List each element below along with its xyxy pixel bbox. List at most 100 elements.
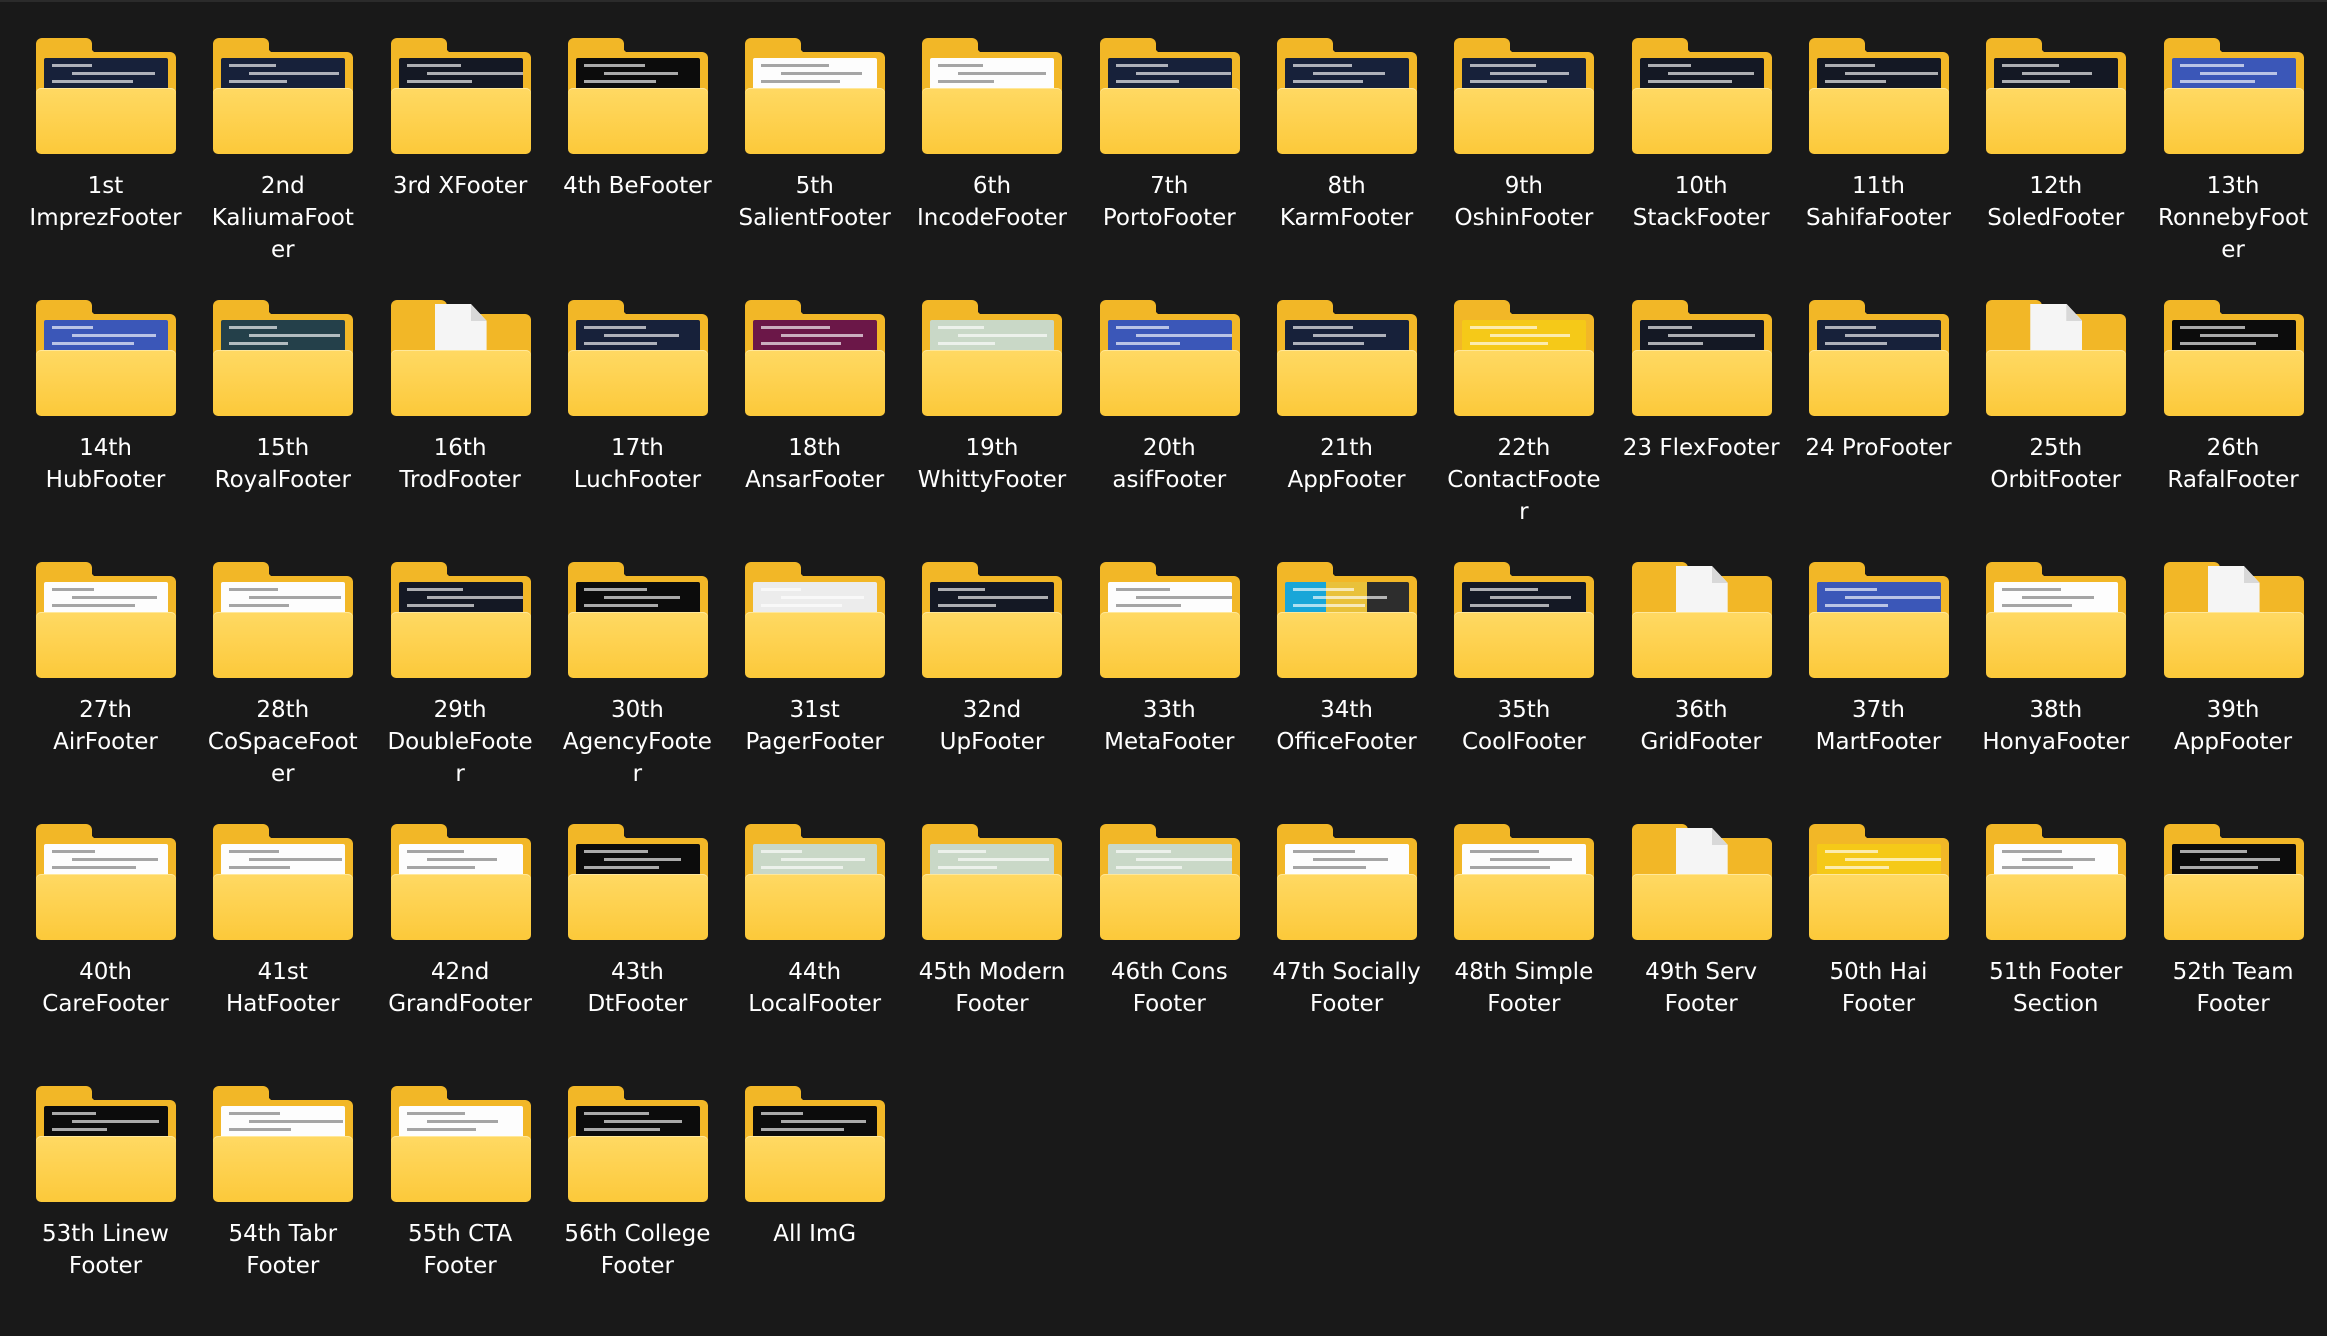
folder-icon — [2163, 38, 2304, 154]
folder-icon — [1631, 300, 1772, 416]
folder-icon — [1808, 824, 1949, 940]
folder-item[interactable]: 23 FlexFooter — [1613, 288, 1790, 550]
folder-item[interactable]: 46th Cons Footer — [1081, 812, 1258, 1074]
folder-item[interactable]: 45th Modern Footer — [903, 812, 1080, 1074]
folder-icon — [745, 824, 886, 940]
folder-item[interactable]: 16th TrodFooter — [372, 288, 549, 550]
folder-icon — [745, 38, 886, 154]
folder-label: 53th Linew Footer — [42, 1221, 169, 1279]
folder-item[interactable]: 8th KarmFooter — [1258, 26, 1435, 288]
folder-icon — [567, 562, 708, 678]
folder-item[interactable]: 51th Footer Section — [1967, 812, 2144, 1074]
folder-label: 56th College Footer — [564, 1221, 711, 1279]
folder-item[interactable]: 44th LocalFooter — [726, 812, 903, 1074]
folder-item[interactable]: 39th AppFooter — [2145, 550, 2322, 812]
folder-label: 26th RafalFooter — [2167, 435, 2299, 493]
folder-item[interactable]: 21th AppFooter — [1258, 288, 1435, 550]
folder-label: 50th Hai Footer — [1829, 959, 1928, 1017]
folder-label: 24 ProFooter — [1805, 435, 1952, 461]
folder-label: 23 FlexFooter — [1622, 435, 1780, 461]
folder-label: 28th CoSpaceFoot er — [207, 697, 358, 787]
folder-icon — [745, 562, 886, 678]
folder-label: 13th RonnebyFoot er — [2158, 173, 2309, 263]
folder-item[interactable]: 42nd GrandFooter — [372, 812, 549, 1074]
folder-label: 10th StackFooter — [1632, 173, 1770, 231]
folder-item[interactable]: 12th SoledFooter — [1967, 26, 2144, 288]
folder-item[interactable]: 1st ImprezFooter — [17, 26, 194, 288]
folder-item[interactable]: 11th SahifaFooter — [1790, 26, 1967, 288]
folder-item[interactable]: 14th HubFooter — [17, 288, 194, 550]
folder-item[interactable]: 2nd KaliumaFoot er — [194, 26, 371, 288]
folder-item[interactable]: 28th CoSpaceFoot er — [194, 550, 371, 812]
folder-item[interactable]: 26th RafalFooter — [2145, 288, 2322, 550]
folder-item[interactable]: 47th Socially Footer — [1258, 812, 1435, 1074]
folder-item[interactable]: 53th Linew Footer — [17, 1074, 194, 1336]
folder-item[interactable]: 24 ProFooter — [1790, 288, 1967, 550]
folder-item[interactable]: 19th WhittyFooter — [903, 288, 1080, 550]
folder-icon — [1454, 38, 1595, 154]
folder-item[interactable]: 5th SalientFooter — [726, 26, 903, 288]
folder-icon — [36, 38, 176, 154]
empty-folder-icon — [2163, 562, 2304, 678]
empty-folder-icon — [390, 300, 531, 416]
folder-item[interactable]: 54th Tabr Footer — [194, 1074, 371, 1336]
folder-item[interactable]: 29th DoubleFoote r — [372, 550, 549, 812]
folder-icon — [1454, 300, 1595, 416]
folder-icon — [745, 1086, 886, 1202]
folder-label: 11th SahifaFooter — [1805, 173, 1951, 231]
folder-item[interactable]: 48th Simple Footer — [1435, 812, 1612, 1074]
folder-item[interactable]: 22th ContactFoote r — [1435, 288, 1612, 550]
folder-item[interactable]: 55th CTA Footer — [372, 1074, 549, 1336]
folder-icon — [1277, 562, 1418, 678]
folder-item[interactable]: 30th AgencyFoote r — [549, 550, 726, 812]
folder-label: 2nd KaliumaFoot er — [211, 173, 354, 263]
folder-item[interactable]: 25th OrbitFooter — [1967, 288, 2144, 550]
folder-item[interactable]: 9th OshinFooter — [1435, 26, 1612, 288]
folder-label: 16th TrodFooter — [399, 435, 521, 493]
folder-item[interactable]: 31st PagerFooter — [726, 550, 903, 812]
folder-icon — [922, 824, 1063, 940]
folder-item[interactable]: 43th DtFooter — [549, 812, 726, 1074]
folder-label: 20th asifFooter — [1112, 435, 1227, 493]
folder-item[interactable]: 7th PortoFooter — [1081, 26, 1258, 288]
folder-grid: 1st ImprezFooter 2nd KaliumaFoot er 3rd XF… — [17, 26, 2322, 1336]
folder-label: 52th Team Footer — [2172, 959, 2294, 1017]
folder-item[interactable]: 3rd XFooter — [372, 26, 549, 288]
folder-item[interactable]: 37th MartFooter — [1790, 550, 1967, 812]
folder-item[interactable]: 40th CareFooter — [17, 812, 194, 1074]
folder-item[interactable]: 4th BeFooter — [549, 26, 726, 288]
folder-item[interactable]: 50th Hai Footer — [1790, 812, 1967, 1074]
folder-icon — [2163, 824, 2304, 940]
folder-item[interactable]: 35th CoolFooter — [1435, 550, 1612, 812]
folder-label: 5th SalientFooter — [738, 173, 891, 231]
folder-item[interactable]: 18th AnsarFooter — [726, 288, 903, 550]
folder-item[interactable]: 10th StackFooter — [1613, 26, 1790, 288]
folder-icon — [390, 562, 531, 678]
folder-item[interactable]: 17th LuchFooter — [549, 288, 726, 550]
folder-label: 39th AppFooter — [2174, 697, 2293, 755]
folder-label: 19th WhittyFooter — [917, 435, 1067, 493]
folder-item[interactable]: 15th RoyalFooter — [194, 288, 371, 550]
folder-item[interactable]: 36th GridFooter — [1613, 550, 1790, 812]
folder-item[interactable]: 49th Serv Footer — [1613, 812, 1790, 1074]
folder-item[interactable]: 13th RonnebyFoot er — [2145, 26, 2322, 288]
folder-label: 40th CareFooter — [42, 959, 169, 1017]
folder-item[interactable]: 52th Team Footer — [2145, 812, 2322, 1074]
folder-item[interactable]: 33th MetaFooter — [1081, 550, 1258, 812]
folder-item[interactable]: 6th IncodeFooter — [903, 26, 1080, 288]
folder-item[interactable]: 20th asifFooter — [1081, 288, 1258, 550]
folder-item[interactable]: 56th College Footer — [549, 1074, 726, 1336]
folder-icon — [1986, 38, 2127, 154]
folder-item[interactable]: 27th AirFooter — [17, 550, 194, 812]
folder-item[interactable]: 32nd UpFooter — [903, 550, 1080, 812]
folder-item[interactable]: 34th OfficeFooter — [1258, 550, 1435, 812]
folder-icon — [745, 300, 886, 416]
folder-icon — [213, 38, 354, 154]
folder-icon — [567, 1086, 708, 1202]
folder-icon — [1099, 300, 1240, 416]
folder-icon — [1277, 300, 1418, 416]
folder-item[interactable]: 41st HatFooter — [194, 812, 371, 1074]
folder-item[interactable]: 38th HonyaFooter — [1967, 550, 2144, 812]
folder-icon — [1099, 824, 1240, 940]
folder-item[interactable]: All ImG — [726, 1074, 903, 1336]
